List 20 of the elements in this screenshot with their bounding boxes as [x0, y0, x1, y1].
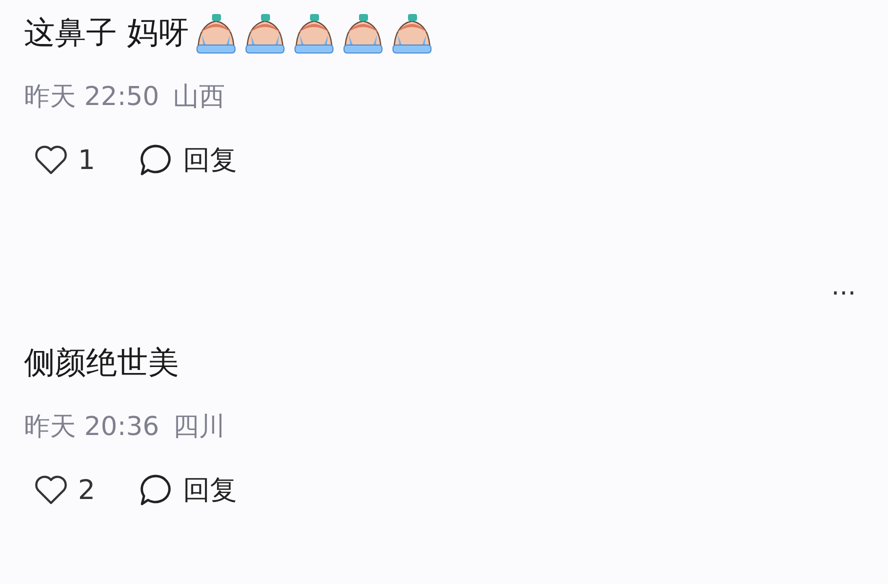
comment-location: 山西 [173, 80, 226, 114]
like-button[interactable]: 2 [24, 474, 96, 506]
crying-sticker-icon [390, 11, 434, 55]
more-button[interactable]: ··· [831, 276, 856, 312]
comment-text: 侧颜绝世美 [24, 344, 179, 383]
crying-sticker-icon [340, 11, 385, 55]
reply-button[interactable]: 回复 [139, 472, 238, 508]
comment-time: 昨天 22:50 [24, 80, 160, 114]
comment-location: 四川 [173, 410, 226, 444]
heart-icon [34, 145, 68, 175]
like-button[interactable]: 1 [24, 144, 96, 176]
comment-time: 昨天 20:36 [24, 410, 160, 444]
comment-bubble-icon [139, 143, 174, 177]
crying-sticker-icon [242, 11, 287, 55]
comment-text: 这鼻子 妈呀 [24, 14, 189, 53]
crying-sticker-icon [194, 11, 238, 55]
crying-sticker-icon [292, 11, 336, 55]
comment-bubble-icon [139, 473, 174, 507]
reply-button[interactable]: 回复 [139, 142, 238, 178]
heart-icon [34, 475, 68, 505]
